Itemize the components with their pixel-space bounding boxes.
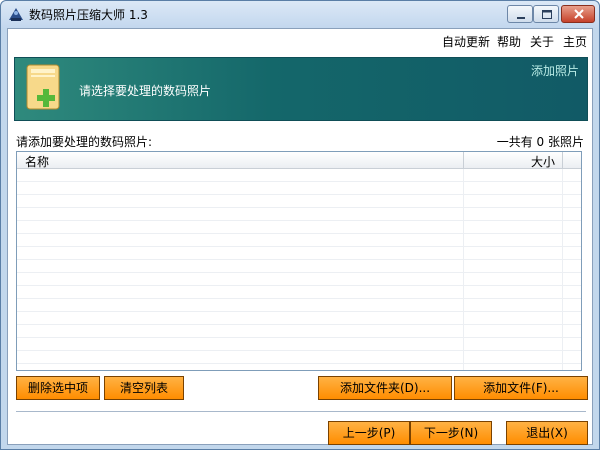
maximize-button[interactable] [533, 5, 559, 23]
column-gridline [562, 169, 563, 370]
menu-help[interactable]: 帮助 [497, 33, 521, 50]
menu-homepage[interactable]: 主页 [563, 33, 587, 50]
column-header-name[interactable]: 名称 [25, 153, 49, 170]
list-header: 名称 大小 [17, 152, 581, 169]
column-divider[interactable] [562, 152, 563, 169]
app-window: 数码照片压缩大师 1.3 自动更新 帮助 关于 主页 请选择要处理的数码照片 添… [0, 0, 600, 450]
next-button[interactable]: 下一步(N) [410, 421, 492, 445]
column-divider[interactable] [463, 152, 464, 169]
delete-selected-button[interactable]: 删除选中项 [16, 376, 100, 400]
minimize-icon [517, 17, 525, 19]
banner-instruction: 请选择要处理的数码照片 [79, 84, 212, 98]
folder-add-icon [26, 64, 60, 110]
photo-list[interactable]: 名称 大小 [16, 151, 582, 371]
add-file-button[interactable]: 添加文件(F)... [454, 376, 588, 400]
add-photos-link[interactable]: 添加照片 [531, 62, 579, 79]
title-bar[interactable]: 数码照片压缩大师 1.3 [1, 1, 599, 28]
clear-list-button[interactable]: 清空列表 [104, 376, 184, 400]
menu-auto-update[interactable]: 自动更新 [442, 33, 490, 50]
column-header-size[interactable]: 大小 [531, 153, 555, 170]
exit-button[interactable]: 退出(X) [506, 421, 588, 445]
previous-button[interactable]: 上一步(P) [328, 421, 410, 445]
close-icon [574, 9, 584, 19]
list-label: 请添加要处理的数码照片: [16, 135, 153, 149]
instruction-banner: 请选择要处理的数码照片 添加照片 [14, 57, 588, 121]
menu-about[interactable]: 关于 [530, 33, 554, 50]
minimize-button[interactable] [507, 5, 533, 23]
photo-count: 一共有 0 张照片 [496, 135, 584, 149]
app-icon [9, 8, 23, 21]
divider [16, 411, 586, 413]
client-area: 自动更新 帮助 关于 主页 请选择要处理的数码照片 添加照片 请添加要处理的数码… [7, 28, 593, 445]
window-title: 数码照片压缩大师 1.3 [29, 8, 148, 22]
close-button[interactable] [561, 5, 595, 23]
add-folder-button[interactable]: 添加文件夹(D)... [318, 376, 452, 400]
list-body[interactable] [17, 169, 581, 370]
column-gridline [463, 169, 464, 370]
menu-bar: 自动更新 帮助 关于 主页 [8, 29, 592, 53]
maximize-icon [542, 10, 552, 19]
